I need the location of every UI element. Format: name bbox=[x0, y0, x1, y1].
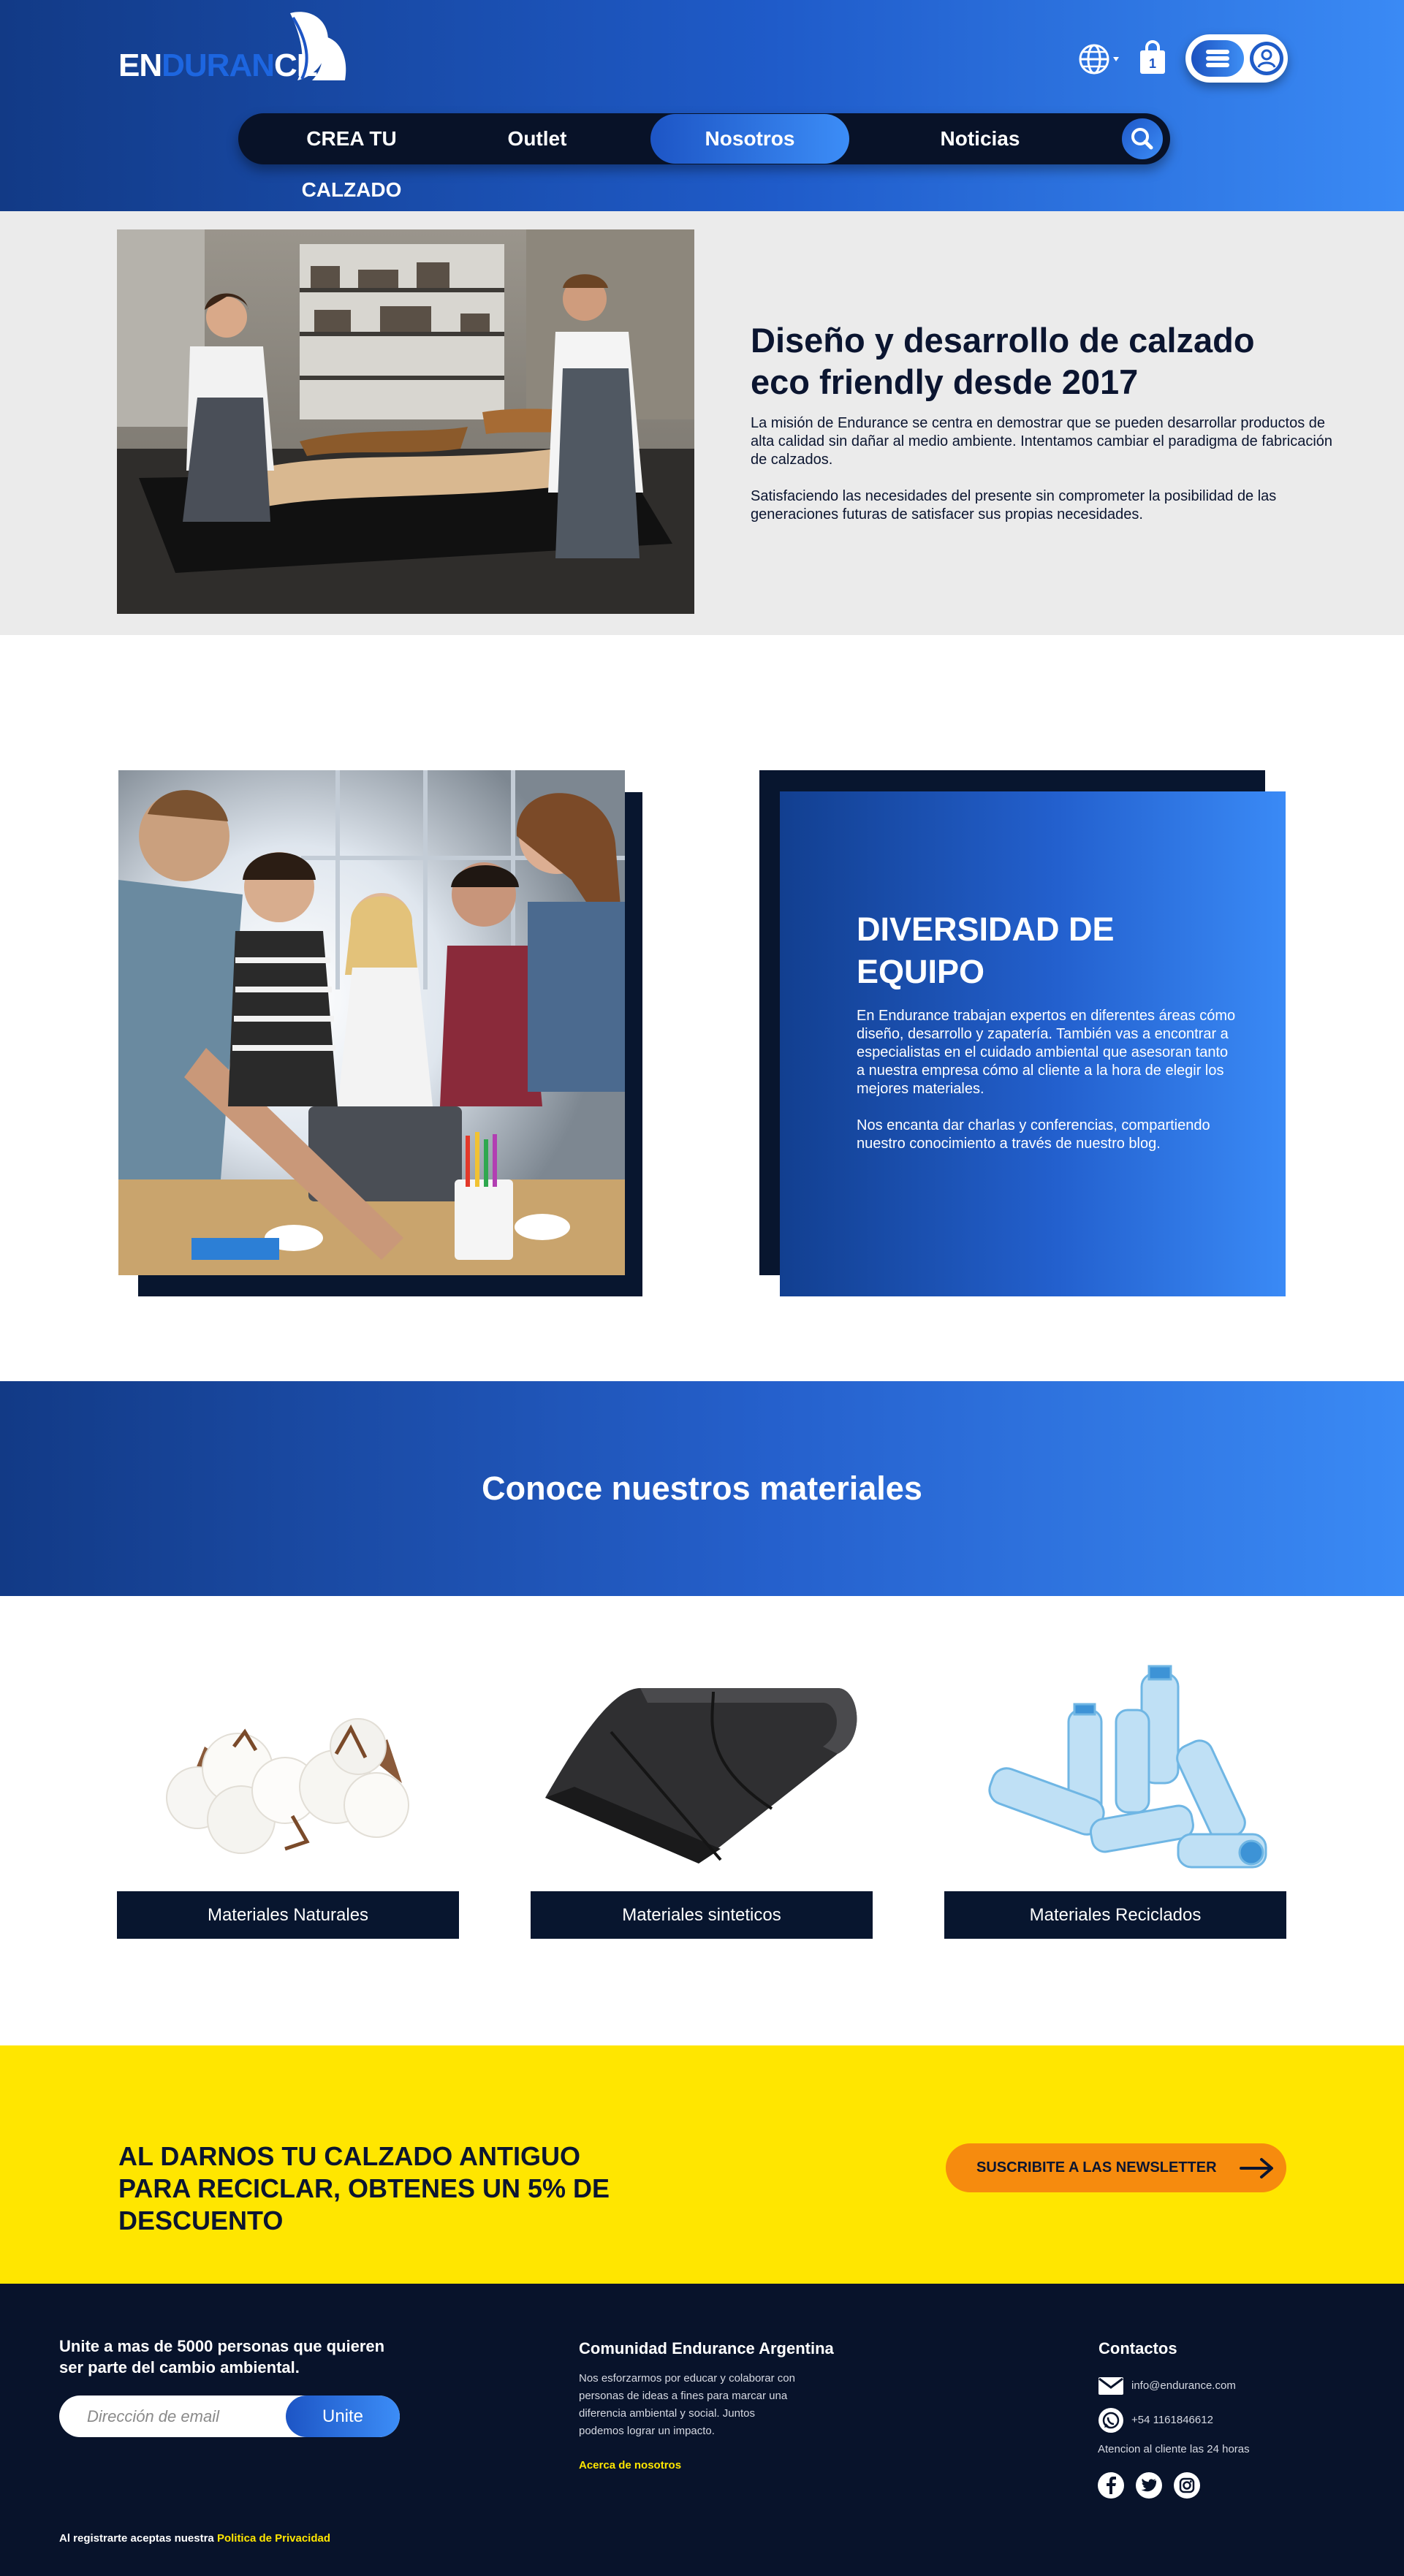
site-header: ENDURANCE 1 CREA TU CALZADO Outlet Nosot… bbox=[0, 0, 1404, 211]
twitter-icon bbox=[1141, 2478, 1157, 2492]
privacy-notice-text: Al registrarte aceptas nuestra bbox=[59, 2532, 214, 2545]
instagram-icon bbox=[1179, 2477, 1195, 2493]
contact-phone-text: +54 1161846612 bbox=[1131, 2414, 1213, 2426]
unite-button[interactable]: Unite bbox=[286, 2395, 400, 2437]
user-avatar-button[interactable] bbox=[1250, 42, 1283, 75]
support-hours: Atencion al cliente las 24 horas bbox=[1098, 2443, 1250, 2455]
materials-banner: Conoce nuestros materiales bbox=[0, 1381, 1404, 1596]
twitter-link[interactable] bbox=[1136, 2472, 1162, 2499]
materials-reciclados-button[interactable]: Materiales Reciclados bbox=[944, 1891, 1286, 1939]
diversity-title: DIVERSIDAD DE EQUIPO bbox=[857, 911, 1115, 990]
instagram-link[interactable] bbox=[1174, 2472, 1200, 2499]
mail-icon bbox=[1098, 2377, 1123, 2395]
team-photo bbox=[118, 770, 625, 1275]
synthetic-sheet-image bbox=[531, 1659, 873, 1887]
contacts-heading: Contactos bbox=[1098, 2339, 1177, 2357]
privacy-notice: Al registrarte aceptas nuestra Politica … bbox=[59, 2532, 330, 2545]
mission-section: Diseño y desarrollo de calzado eco friend… bbox=[0, 211, 1404, 635]
facebook-link[interactable] bbox=[1098, 2472, 1124, 2499]
about-us-link[interactable]: Acerca de nosotros bbox=[579, 2459, 681, 2471]
arrow-right-icon bbox=[1240, 2158, 1273, 2178]
facebook-icon bbox=[1107, 2477, 1116, 2494]
globe-icon bbox=[1079, 44, 1119, 75]
whatsapp-icon bbox=[1098, 2408, 1123, 2433]
account-menu-toggle[interactable] bbox=[1185, 34, 1288, 83]
mission-title: Diseño y desarrollo de calzado eco friend… bbox=[751, 321, 1255, 401]
newsletter-subscribe-button[interactable]: SUSCRIBITE A LAS NEWSLETTER bbox=[946, 2143, 1286, 2192]
site-footer: Unite a mas de 5000 personas que quieren… bbox=[0, 2284, 1404, 2576]
main-nav: CREA TU CALZADO Outlet Nosotros Noticias bbox=[238, 113, 1170, 201]
leaf-icon bbox=[290, 12, 346, 81]
nav-outlet[interactable]: Outlet bbox=[497, 113, 577, 164]
promo-title: AL DARNOS TU CALZADO ANTIGUO PARA RECICLA… bbox=[118, 2141, 610, 2235]
diversity-card: DIVERSIDAD DE EQUIPO En Endurance trabaja… bbox=[780, 791, 1286, 1296]
email-input[interactable] bbox=[87, 2395, 306, 2437]
plastic-bottles-image bbox=[944, 1659, 1286, 1887]
endurance-logo[interactable]: ENDURANCE bbox=[118, 7, 352, 86]
diversity-paragraph-1: En Endurance trabajan expertos en difere… bbox=[857, 1008, 1236, 1097]
join-heading: Unite a mas de 5000 personas que quieren… bbox=[59, 2337, 385, 2376]
privacy-policy-link[interactable]: Politica de Privacidad bbox=[217, 2532, 330, 2545]
shopping-bag-button[interactable]: 1 bbox=[1138, 40, 1167, 75]
chevron-down-icon bbox=[1113, 57, 1119, 61]
nav-nosotros[interactable]: Nosotros bbox=[650, 114, 849, 164]
newsletter-button-label: SUSCRIBITE A LAS NEWSLETTER bbox=[976, 2159, 1217, 2176]
materials-title: Conoce nuestros materiales bbox=[482, 1470, 922, 1507]
materials-sinteticos-button[interactable]: Materiales sinteticos bbox=[531, 1891, 873, 1939]
diversity-paragraph-2: Nos encanta dar charlas y conferencias, … bbox=[857, 1117, 1210, 1152]
recycle-promo-banner: AL DARNOS TU CALZADO ANTIGUO PARA RECICLA… bbox=[0, 2045, 1404, 2284]
workshop-photo bbox=[117, 229, 694, 614]
user-icon bbox=[1253, 45, 1280, 72]
svg-text:1: 1 bbox=[1149, 56, 1156, 71]
mission-paragraph-2: Satisfaciendo las necesidades del presen… bbox=[751, 488, 1277, 523]
cotton-image bbox=[117, 1659, 459, 1887]
contact-email-text: info@endurance.com bbox=[1131, 2379, 1236, 2392]
nav-crea-tu-calzado[interactable]: CREA TU CALZADO bbox=[256, 113, 447, 201]
nav-noticias[interactable]: Noticias bbox=[911, 113, 1050, 164]
materials-naturales-button[interactable]: Materiales Naturales bbox=[117, 1891, 459, 1939]
menu-button[interactable] bbox=[1191, 40, 1244, 77]
language-selector[interactable] bbox=[1078, 42, 1125, 76]
shopping-bag-icon: 1 bbox=[1140, 40, 1165, 74]
mission-paragraph-1: La misión de Endurance se centra en demo… bbox=[751, 415, 1333, 468]
community-heading: Comunidad Endurance Argentina bbox=[579, 2339, 834, 2357]
email-subscribe-form: Unite bbox=[59, 2395, 400, 2437]
search-icon bbox=[1131, 128, 1153, 150]
community-description: Nos esforzarmos por educar y colaborar c… bbox=[579, 2372, 795, 2437]
search-button[interactable] bbox=[1122, 118, 1163, 159]
